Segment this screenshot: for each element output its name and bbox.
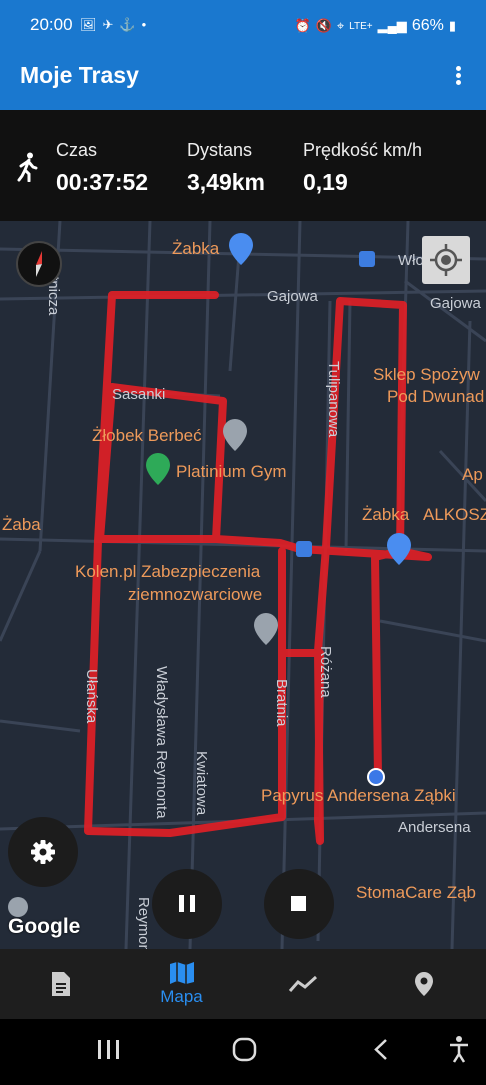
app-title: Moje Trasy xyxy=(20,62,139,88)
system-navigation-bar xyxy=(0,1019,486,1080)
stop-button[interactable] xyxy=(264,869,334,939)
poi-zabka-top[interactable]: Żabka xyxy=(172,239,219,259)
stat-distance-value: 3,49km xyxy=(187,169,266,195)
street-kwiatowa: Kwiatowa xyxy=(193,751,210,816)
poi-alkosz[interactable]: ALKOSZ xyxy=(423,505,486,525)
stat-time-value: 00:37:52 xyxy=(56,169,149,195)
street-sasanki: Sasanki xyxy=(112,386,166,403)
stat-speed-label: Prędkość km/h xyxy=(303,140,423,160)
telegram-icon: ✈ xyxy=(102,17,114,32)
poi-kolen-line1[interactable]: Kolen.pl Zabezpieczenia xyxy=(75,562,260,582)
poi-sklep-line1[interactable]: Sklep Spożyw xyxy=(373,365,480,385)
my-location-button[interactable] xyxy=(422,236,470,284)
stat-time: Czas 00:37:52 xyxy=(56,140,148,196)
street-ulanska: Ułańska xyxy=(83,669,100,724)
street-gajowa-1: Gajowa xyxy=(267,288,318,305)
stat-speed-value: 0,19 xyxy=(303,169,348,195)
compass-button[interactable] xyxy=(16,241,62,287)
poi-stomacare[interactable]: StomaCare Ząb xyxy=(356,883,476,903)
settings-button[interactable] xyxy=(8,817,78,887)
poi-sklep-line2[interactable]: Pod Dwunad xyxy=(387,387,484,407)
stop-icon xyxy=(291,896,306,911)
nav-map-label: Mapa xyxy=(160,987,203,1006)
poi-gym[interactable]: Platinium Gym xyxy=(176,462,287,482)
poi-zaba[interactable]: Żaba xyxy=(2,515,41,535)
nav-item-map[interactable]: Mapa xyxy=(121,949,242,1019)
stat-distance-label: Dystans xyxy=(187,140,253,160)
chart-line-icon xyxy=(288,975,317,992)
current-position-marker xyxy=(367,768,385,786)
location-icon: ⌖ xyxy=(336,18,345,33)
home-icon[interactable] xyxy=(232,1037,257,1062)
street-tulipanowa: Tulipanowa xyxy=(325,361,342,438)
document-icon xyxy=(51,972,70,996)
recent-apps-icon[interactable] xyxy=(98,1040,119,1059)
poi-papyrus[interactable]: Papyrus Andersena Ząbki xyxy=(261,786,456,806)
stat-time-label: Czas xyxy=(56,140,98,160)
map-view[interactable]: Żabka Włodawa Gajowa Gajowa Sklep Spożyw… xyxy=(0,221,486,949)
dot-icon: • xyxy=(141,17,147,32)
mute-icon: 🔇 xyxy=(315,18,332,33)
anchor-icon: ⚓ xyxy=(119,17,136,32)
signal-icon: ▂▄▆ xyxy=(377,18,407,33)
google-attribution: Google xyxy=(8,915,81,938)
street-reymonta-2: Reymonta xyxy=(135,897,152,949)
nav-item-routes[interactable] xyxy=(0,949,121,1019)
system-icons: ⏰ 🔇 ⌖ LTE+ ▂▄▆ 66% ▮ xyxy=(294,17,456,35)
battery-icon: ▮ xyxy=(448,18,456,33)
street-bratnia: Bratnia xyxy=(273,679,290,727)
overflow-menu-icon[interactable] xyxy=(450,64,466,88)
street-rozana: Różana xyxy=(317,646,334,698)
walking-person-icon xyxy=(17,152,38,182)
alarm-icon: ⏰ xyxy=(294,18,311,33)
compass-icon xyxy=(36,251,42,277)
notification-icons: 🖼 ✈ ⚓ • xyxy=(80,17,146,33)
crosshair-icon xyxy=(430,244,462,276)
pause-button[interactable] xyxy=(152,869,222,939)
street-gajowa-2: Gajowa xyxy=(430,295,481,312)
poi-zabka-mid[interactable]: Żabka xyxy=(362,505,409,525)
status-bar: 20:00 🖼 ✈ ⚓ • ⏰ 🔇 ⌖ LTE+ ▂▄▆ 66% ▮ xyxy=(0,0,486,40)
stat-distance: Dystans 3,49km xyxy=(187,140,265,196)
poi-kolen-line2[interactable]: ziemnozwarciowe xyxy=(128,585,262,605)
nav-item-places[interactable] xyxy=(363,949,484,1019)
poi-ap[interactable]: Ap xyxy=(462,465,483,485)
back-icon[interactable] xyxy=(374,1039,387,1060)
nav-item-stats[interactable] xyxy=(242,949,363,1019)
stat-speed: Prędkość km/h 0,19 xyxy=(303,140,422,196)
pause-icon xyxy=(179,895,195,912)
battery-label: 66% xyxy=(411,17,444,34)
accessibility-icon[interactable] xyxy=(450,1036,468,1063)
gear-icon xyxy=(31,840,55,864)
network-label: LTE+ xyxy=(349,20,373,32)
location-pin-icon xyxy=(414,972,433,996)
app-bar: Moje Trasy xyxy=(0,40,486,110)
street-reymonta: Władysława Reymonta xyxy=(153,666,170,819)
poi-zlobek[interactable]: Żłobek Berbeć xyxy=(92,426,202,446)
status-time: 20:00 xyxy=(30,15,73,34)
map-icon xyxy=(169,962,194,984)
street-andersena: Andersena xyxy=(398,819,471,836)
bottom-navigation: Mapa xyxy=(0,949,486,1019)
image-icon: 🖼 xyxy=(80,17,97,32)
tracking-stats: Czas 00:37:52 Dystans 3,49km Prędkość km… xyxy=(0,110,486,221)
